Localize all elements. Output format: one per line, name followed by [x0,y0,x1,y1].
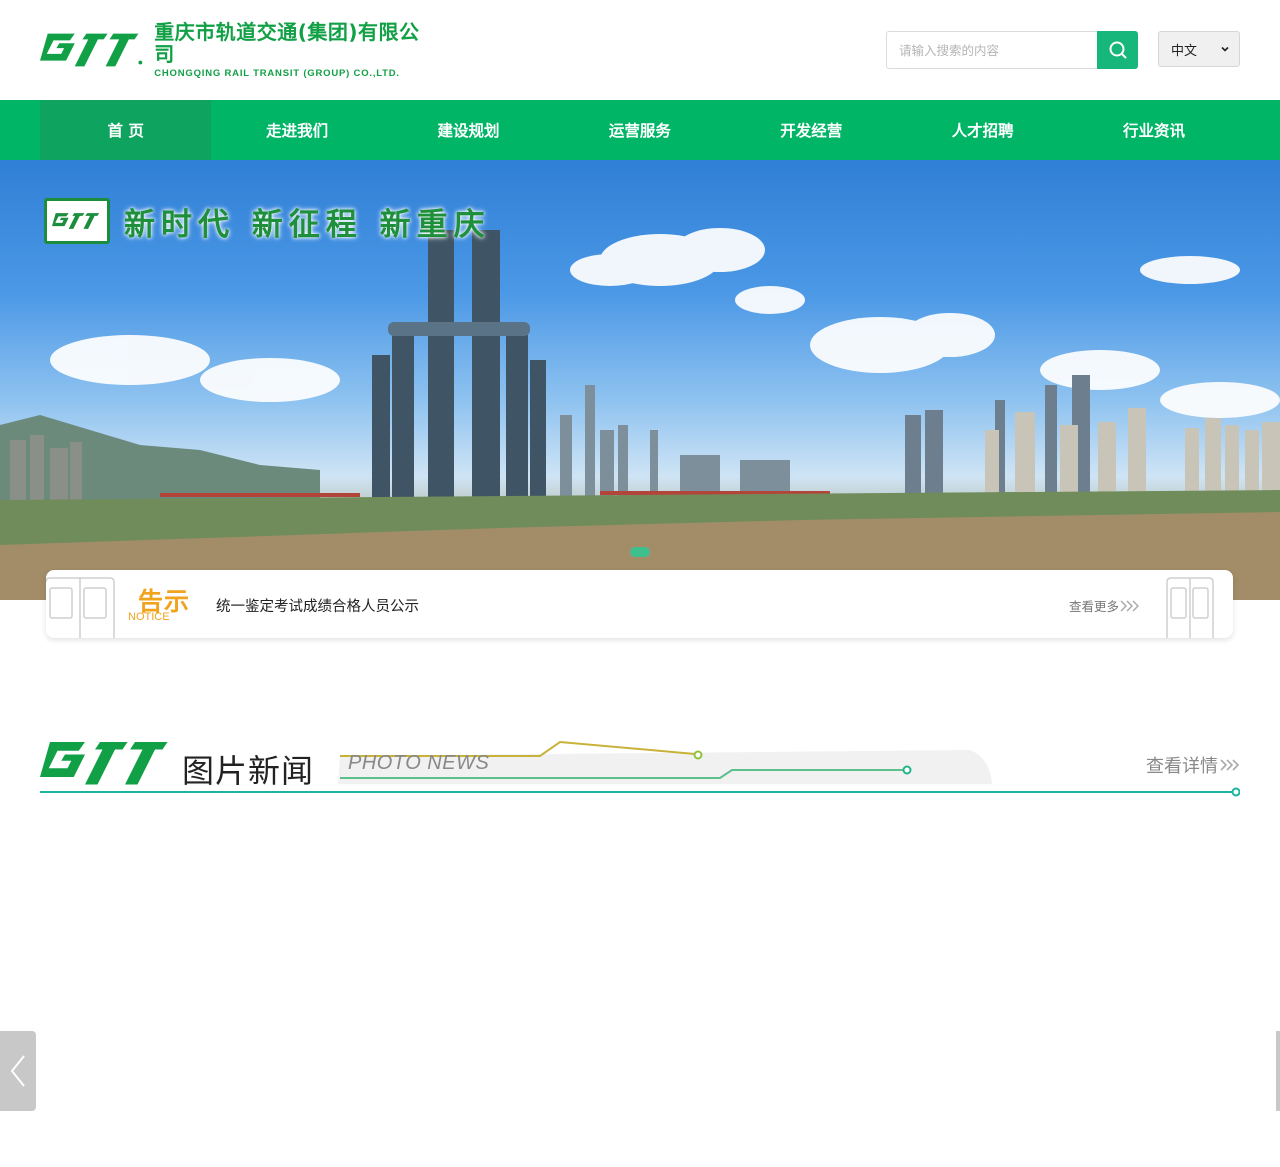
section-more-link[interactable]: 查看详情 [1146,752,1240,778]
chevron-left-icon [10,1055,25,1087]
carousel-prev-button[interactable] [0,1031,36,1111]
hero-banner[interactable]: 新时代 新征程 新重庆 [0,160,1280,600]
train-car-right-icon [1166,577,1214,638]
logo-name-cn: 重庆市轨道交通(集团)有限公司 [154,20,420,66]
language-value: 中文 [1171,43,1198,59]
notice-more-link[interactable]: 查看更多 [1069,596,1140,615]
notice-bar: 告示 NOTICE 统一鉴定考试成绩合格人员公示 查看更多 [46,570,1233,638]
carousel-next-button[interactable] [1276,1031,1280,1111]
crt-logo-icon [52,213,100,229]
notice-badge-en: NOTICE [128,611,170,623]
double-chevron-right-icon [1220,759,1240,771]
search-icon [1109,41,1126,59]
logo-name-en: CHONGQING RAIL TRANSIT (GROUP) CO.,LTD. [154,68,400,79]
company-logo[interactable]: 重庆市轨道交通(集团)有限公司 CHONGQING RAIL TRANSIT (… [40,21,430,79]
nav-item-home[interactable]: 首 页 [40,100,212,160]
logo-text: 重庆市轨道交通(集团)有限公司 CHONGQING RAIL TRANSIT (… [154,21,430,79]
site-header: 重庆市轨道交通(集团)有限公司 CHONGQING RAIL TRANSIT (… [0,0,1280,100]
nav-list: 首 页 走进我们 建设规划 运营服务 开发经营 人才招聘 行业资讯 [40,100,1240,160]
chevron-down-icon [1221,46,1229,52]
section-title: 图片新闻 [182,752,315,790]
section-title-en: PHOTO NEWS [348,752,490,774]
carousel-dot-active[interactable] [630,547,650,557]
nav-item-industry-news[interactable]: 行业资讯 [1068,100,1239,160]
main-nav: 首 页 走进我们 建设规划 运营服务 开发经营 人才招聘 行业资讯 [0,100,1280,160]
notice-link[interactable]: 统一鉴定考试成绩合格人员公示 [216,595,419,616]
nav-item-operation[interactable]: 运营服务 [554,100,725,160]
nav-item-development[interactable]: 开发经营 [726,100,897,160]
nav-item-construction[interactable]: 建设规划 [383,100,554,160]
photo-news-header: 图片新闻 PHOTO NEWS 查看详情 [40,738,1240,798]
nav-item-recruitment[interactable]: 人才招聘 [897,100,1068,160]
search-button[interactable] [1097,31,1138,69]
search-box [886,31,1138,69]
search-input[interactable] [886,31,1097,69]
crt-logo-icon [40,33,143,67]
nav-item-about[interactable]: 走进我们 [211,100,382,160]
banner-slogan: 新时代 新征程 新重庆 [44,198,491,244]
slogan-text: 新时代 新征程 新重庆 [124,206,491,243]
double-chevron-right-icon [1120,599,1140,612]
train-car-left-icon [46,577,115,638]
section-more-label: 查看详情 [1146,756,1218,777]
language-select[interactable]: 中文 [1158,31,1240,67]
notice-badge: 告示 NOTICE [128,580,200,628]
notice-more-label: 查看更多 [1069,599,1120,614]
slogan-logo-badge [44,198,110,244]
